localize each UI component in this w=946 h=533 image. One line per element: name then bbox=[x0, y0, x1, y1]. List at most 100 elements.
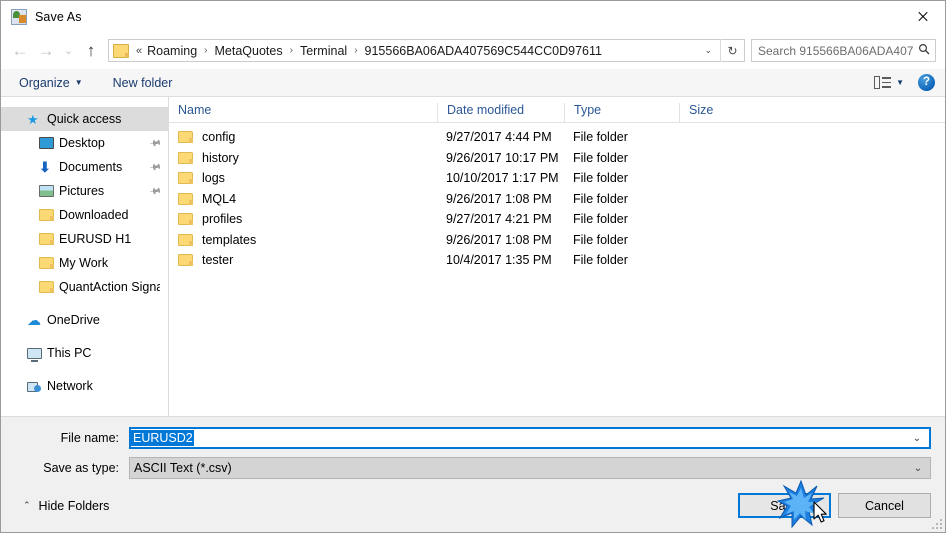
sidebar-item-onedrive[interactable]: ☁ OneDrive bbox=[1, 308, 168, 332]
breadcrumb-separator: › bbox=[204, 45, 208, 56]
save-as-dialog: Save As ← → ⌄ ↑ « Roaming › MetaQuotes ›… bbox=[0, 0, 946, 533]
recent-locations-button[interactable]: ⌄ bbox=[59, 38, 78, 64]
pin-icon[interactable]: 🖈 bbox=[145, 156, 164, 177]
pin-icon[interactable]: 🖈 bbox=[145, 132, 164, 153]
change-view-button[interactable]: ▼ bbox=[874, 76, 904, 89]
file-date-cell: 9/27/2017 4:21 PM bbox=[446, 212, 552, 227]
save-app-icon bbox=[11, 8, 27, 25]
folder-icon bbox=[178, 172, 193, 185]
file-name-label: history bbox=[202, 150, 239, 165]
table-row[interactable]: profiles 9/27/2017 4:21 PM File folder bbox=[169, 209, 945, 230]
folder-icon bbox=[178, 131, 193, 144]
help-button[interactable]: ? bbox=[918, 74, 935, 91]
sidebar-item-my-work[interactable]: My Work bbox=[1, 251, 168, 275]
folder-icon bbox=[39, 281, 59, 293]
save-as-type-select[interactable]: ASCII Text (*.csv) ⌄ bbox=[129, 457, 931, 479]
sidebar-item-eurusd-h1[interactable]: EURUSD H1 bbox=[1, 227, 168, 251]
column-header-size[interactable]: Size bbox=[679, 103, 757, 122]
sidebar-item-desktop[interactable]: Desktop 🖈 bbox=[1, 131, 168, 155]
new-folder-label: New folder bbox=[112, 75, 173, 90]
toolbar-right-group: ▼ ? bbox=[874, 74, 935, 91]
sidebar-item-network[interactable]: Network bbox=[1, 374, 168, 398]
file-date-cell: 10/10/2017 1:17 PM bbox=[446, 171, 559, 186]
folder-icon bbox=[113, 43, 129, 58]
folder-icon bbox=[39, 257, 59, 269]
search-box[interactable]: Search 915566BA06ADA40756... bbox=[751, 39, 936, 62]
search-input[interactable]: Search 915566BA06ADA40756... bbox=[752, 44, 913, 58]
file-name-label: File name: bbox=[60, 431, 119, 445]
breadcrumb-metaquotes[interactable]: MetaQuotes bbox=[214, 44, 284, 58]
forward-button[interactable]: → bbox=[33, 38, 59, 64]
sidebar-item-this-pc[interactable]: This PC bbox=[1, 341, 168, 365]
table-row[interactable]: logs 10/10/2017 1:17 PM File folder bbox=[169, 168, 945, 189]
desktop-icon bbox=[39, 137, 59, 149]
column-header-row: Name ⌃ Date modified Type Size bbox=[169, 97, 945, 123]
sidebar-item-quantaction-signal[interactable]: QuantAction Signal bbox=[1, 275, 168, 299]
folder-icon bbox=[39, 233, 59, 245]
resize-grip[interactable] bbox=[930, 517, 942, 529]
table-row[interactable]: templates 9/26/2017 1:08 PM File folder bbox=[169, 230, 945, 251]
sidebar-item-label: This PC bbox=[47, 346, 92, 360]
breadcrumb-current-folder[interactable]: 915566BA06ADA407569C544CC0D97611 bbox=[364, 44, 603, 58]
address-bar[interactable]: « Roaming › MetaQuotes › Terminal › 9155… bbox=[108, 39, 745, 62]
chevron-down-icon[interactable]: ⌄ bbox=[696, 45, 720, 56]
save-form: File name: EURUSD2 ⌄ Save as type: ASCII… bbox=[1, 417, 945, 487]
breadcrumb-roaming[interactable]: Roaming bbox=[146, 44, 198, 58]
up-button[interactable]: ↑ bbox=[78, 38, 104, 64]
pin-icon[interactable]: 🖈 bbox=[145, 180, 164, 201]
hide-folders-button[interactable]: ⌃ Hide Folders bbox=[15, 499, 109, 513]
table-row[interactable]: config 9/27/2017 4:44 PM File folder bbox=[169, 127, 945, 148]
sidebar-item-label: OneDrive bbox=[47, 313, 100, 327]
sort-ascending-icon: ⌃ bbox=[297, 103, 305, 107]
file-type-cell: File folder bbox=[573, 130, 628, 145]
chevron-down-icon[interactable]: ▼ bbox=[896, 78, 904, 87]
breadcrumb-separator: › bbox=[354, 45, 358, 56]
table-row[interactable]: history 9/26/2017 10:17 PM File folder bbox=[169, 148, 945, 169]
sidebar-item-documents[interactable]: ⬇ Documents 🖈 bbox=[1, 155, 168, 179]
sidebar-item-label: Downloaded bbox=[59, 208, 129, 222]
file-date-cell: 9/26/2017 1:08 PM bbox=[446, 232, 552, 247]
refresh-icon[interactable]: ↻ bbox=[720, 39, 744, 62]
sidebar-item-label: EURUSD H1 bbox=[59, 232, 132, 246]
close-icon bbox=[917, 11, 928, 22]
sidebar-item-label: Documents bbox=[59, 160, 123, 174]
column-header-type[interactable]: Type bbox=[564, 103, 679, 122]
file-name-cell: profiles bbox=[169, 212, 437, 226]
folder-icon bbox=[178, 233, 193, 246]
cancel-button[interactable]: Cancel bbox=[838, 493, 931, 518]
dialog-footer: ⌃ Hide Folders Save Cancel bbox=[1, 487, 945, 532]
file-date-cell: 9/26/2017 1:08 PM bbox=[446, 191, 552, 206]
save-button[interactable]: Save bbox=[738, 493, 831, 518]
sidebar-item-label: My Work bbox=[59, 256, 109, 270]
sidebar-item-pictures[interactable]: Pictures 🖈 bbox=[1, 179, 168, 203]
close-button[interactable] bbox=[899, 1, 945, 32]
column-header-date-modified[interactable]: Date modified bbox=[437, 103, 564, 122]
table-row[interactable]: tester 10/4/2017 1:35 PM File folder bbox=[169, 250, 945, 271]
breadcrumb-overflow[interactable]: « bbox=[132, 45, 146, 57]
breadcrumb-terminal[interactable]: Terminal bbox=[299, 44, 348, 58]
folder-icon bbox=[178, 254, 193, 267]
new-folder-button[interactable]: New folder bbox=[109, 74, 177, 92]
column-header-name[interactable]: Name ⌃ bbox=[169, 103, 437, 122]
organize-button[interactable]: Organize ▼ bbox=[15, 74, 87, 92]
file-type-cell: File folder bbox=[573, 253, 628, 268]
chevron-down-icon[interactable]: ⌄ bbox=[905, 433, 929, 444]
column-label: Name bbox=[178, 103, 212, 117]
file-name-label: templates bbox=[202, 232, 257, 247]
sidebar-item-quick-access[interactable]: ★ Quick access bbox=[1, 107, 168, 131]
help-label: ? bbox=[922, 75, 931, 88]
file-name-input[interactable]: EURUSD2 ⌄ bbox=[129, 427, 931, 449]
file-list-pane: Name ⌃ Date modified Type Size config 9/… bbox=[169, 97, 945, 416]
sidebar-item-label: QuantAction Signal bbox=[59, 280, 160, 294]
table-row[interactable]: MQL4 9/26/2017 1:08 PM File folder bbox=[169, 189, 945, 210]
file-type-cell: File folder bbox=[573, 191, 628, 206]
file-date-cell: 9/27/2017 4:44 PM bbox=[446, 130, 552, 145]
file-type-cell: File folder bbox=[573, 171, 628, 186]
sidebar-item-downloaded[interactable]: Downloaded bbox=[1, 203, 168, 227]
star-icon: ★ bbox=[27, 111, 39, 127]
chevron-down-icon[interactable]: ⌄ bbox=[906, 463, 930, 474]
back-button[interactable]: ← bbox=[7, 38, 33, 64]
file-name-cell: MQL4 bbox=[169, 192, 437, 206]
